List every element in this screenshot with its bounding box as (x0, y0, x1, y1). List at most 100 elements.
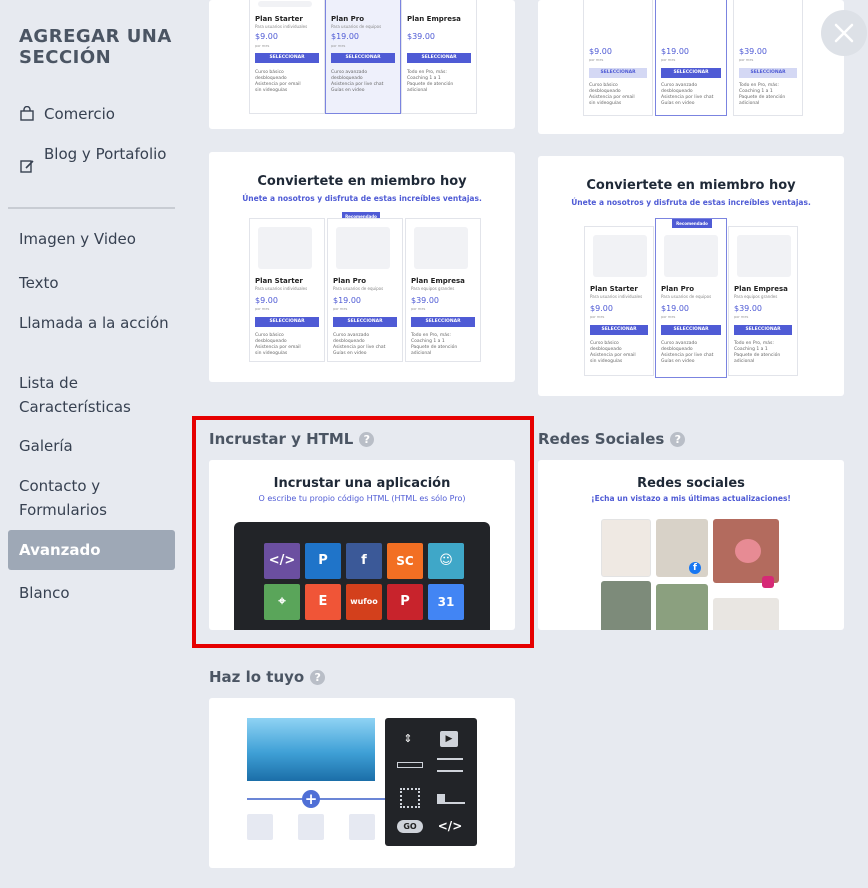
plan-desc: Para usuarios individuales (255, 286, 308, 291)
sidebar-item-imagen-video[interactable]: Imagen y Video (19, 227, 169, 251)
plan-card: Plan Pro Para usuarios de equipos $19.00… (327, 218, 403, 362)
select-button: SELECCIONAR (734, 325, 792, 335)
sidebar-item-comercio[interactable]: Comercio (19, 102, 169, 126)
sidebar-item-label: Galería (19, 437, 73, 455)
plan-period: por mes (739, 58, 754, 62)
plan-price: $39.00 (739, 47, 767, 56)
custom-section-card[interactable]: + ⇕ ▶ GO </> (209, 698, 515, 868)
plan-features: Curso básico desbloqueado Asistencia por e… (590, 341, 636, 364)
select-button: SELECCIONAR (411, 317, 475, 327)
social-post-image (713, 519, 779, 583)
plan-illustration (336, 227, 390, 269)
social-card-subtitle: ¡Echa un vistazo a mis últimas actualiza… (591, 494, 791, 503)
widget-icons-panel: ⇕ ▶ GO </> (385, 718, 477, 846)
plan-features: Todo en Pro, más: Coaching 1 a 1 Paquete d… (411, 333, 458, 356)
plan-price: $19.00 (661, 47, 689, 56)
plan-period: por mes (734, 315, 749, 319)
pricing-card-partial-1[interactable]: Plan Starter Para usuarios individuales … (209, 0, 515, 129)
plan-card: $39.00 por mes SELECCIONAR Todo en Pro, … (733, 0, 803, 116)
sidebar-item-galeria[interactable]: Galería (19, 434, 169, 458)
plan-price: $19.00 (661, 304, 689, 313)
plan-name: Plan Pro (333, 277, 367, 285)
sidebar-item-texto[interactable]: Texto (19, 271, 169, 295)
close-icon (834, 23, 854, 43)
plan-features: Curso avanzado desbloqueado Asistencia por… (661, 341, 714, 364)
plan-price: $9.00 (589, 47, 612, 56)
sidebar-item-caracteristicas[interactable]: Lista de Características (19, 371, 169, 419)
social-post-image (713, 598, 779, 630)
plan-features: Curso básico desbloqueado Asistencia por e… (255, 333, 301, 356)
plan-features: Todo en Pro, más: Coaching 1 a 1 Paquete d… (739, 83, 786, 106)
pricing-card-right[interactable]: Conviertete en miembro hoy Únete a nosot… (538, 156, 844, 396)
plan-desc: Para usuarios de equipos (333, 286, 384, 291)
sidebar: AGREGAR UNA SECCIÓN Comercio Blog y Port… (0, 0, 192, 888)
sidebar-item-avanzado[interactable]: Avanzado (8, 530, 175, 570)
plan-name: Plan Pro (331, 15, 365, 23)
plan-card: Recomendado Plan Pro Para usuarios de eq… (655, 218, 727, 378)
plan-desc: Para usuarios individuales (255, 24, 308, 29)
plan-period: por mes (590, 315, 605, 319)
content-area: Plan Starter Para usuarios individuales … (192, 0, 868, 888)
select-button: SELECCIONAR (739, 68, 797, 78)
plan-price: $39.00 (407, 32, 435, 41)
pricing-card-left[interactable]: Conviertete en miembro hoy Únete a nosot… (209, 152, 515, 382)
plan-illustration (737, 235, 791, 277)
play-icon: ▶ (440, 731, 458, 747)
grid-icon (400, 788, 420, 808)
select-button: SELECCIONAR (331, 53, 395, 63)
sidebar-item-label: Blanco (19, 584, 70, 602)
plan-features: Curso básico desbloqueado Asistencia por e… (255, 70, 301, 93)
plan-features: Todo en Pro, más: Coaching 1 a 1 Paquete d… (734, 341, 781, 364)
plan-card: Plan Pro Para usuarios de equipos $19.00… (325, 0, 401, 114)
social-post-image (601, 519, 651, 577)
bag-icon (298, 814, 324, 840)
sidebar-item-blanco[interactable]: Blanco (19, 581, 169, 605)
select-button: SELECCIONAR (255, 53, 319, 63)
plan-card: Plan Empresa $39.00 SELECCIONAR Todo en … (401, 0, 477, 114)
sidebar-item-llamada-accion[interactable]: Llamada a la acción (19, 311, 169, 335)
plan-desc: Para equipos grandes (734, 294, 778, 299)
help-icon[interactable]: ? (310, 670, 326, 685)
bag-icon (247, 814, 273, 840)
plan-features: Curso avanzado desbloqueado Asistencia por… (331, 70, 384, 93)
plan-illustration (593, 235, 647, 277)
pricing-card-partial-2[interactable]: $9.00 por mes SELECCIONAR Curso básico de… (538, 0, 844, 134)
plan-name: Plan Pro (661, 285, 695, 293)
plan-desc: Para usuarios de equipos (661, 294, 712, 299)
plan-illustration (258, 227, 312, 269)
social-post-image (601, 581, 651, 630)
sidebar-item-blog[interactable]: Blog y Portafolio (19, 142, 169, 173)
plan-features: Curso básico desbloqueado Asistencia por e… (589, 83, 635, 106)
sidebar-item-contacto[interactable]: Contacto y Formularios (19, 474, 169, 522)
plan-period: por mes (661, 58, 676, 62)
plan-features: Curso avanzado desbloqueado Asistencia por… (661, 83, 714, 106)
plan-period: por mes (331, 44, 346, 48)
sidebar-item-label: Blog y Portafolio (44, 145, 167, 163)
select-button: SELECCIONAR (255, 317, 319, 327)
edit-icon (20, 160, 34, 173)
select-button: SELECCIONAR (661, 325, 721, 335)
select-button: SELECCIONAR (333, 317, 397, 327)
sidebar-item-label: Comercio (44, 105, 115, 123)
plan-name: Plan Starter (590, 285, 638, 293)
plan-price: $9.00 (255, 296, 278, 305)
select-button: SELECCIONAR (407, 53, 471, 63)
pricing-title: Conviertete en miembro hoy (586, 178, 796, 193)
help-icon[interactable]: ? (670, 432, 686, 447)
sidebar-item-label: Llamada a la acción (19, 314, 169, 332)
plan-illustration (258, 1, 312, 7)
image-text-icon (437, 794, 465, 804)
plan-desc: Para usuarios de equipos (331, 24, 382, 29)
bag-icon (349, 814, 375, 840)
plan-price: $9.00 (590, 304, 613, 313)
social-card[interactable]: Redes sociales ¡Echa un vistazo a mis úl… (538, 460, 844, 630)
plan-card: $9.00 por mes SELECCIONAR Curso básico de… (583, 0, 653, 116)
sidebar-divider (8, 207, 175, 209)
plan-name: Plan Empresa (407, 15, 461, 23)
plan-period: por mes (255, 307, 270, 311)
select-button: SELECCIONAR (661, 68, 721, 78)
plan-illustration (664, 235, 718, 277)
plan-card: Plan Starter Para usuarios individuales … (249, 218, 325, 362)
sidebar-title: AGREGAR UNA SECCIÓN (19, 26, 172, 68)
close-button[interactable] (821, 10, 867, 56)
